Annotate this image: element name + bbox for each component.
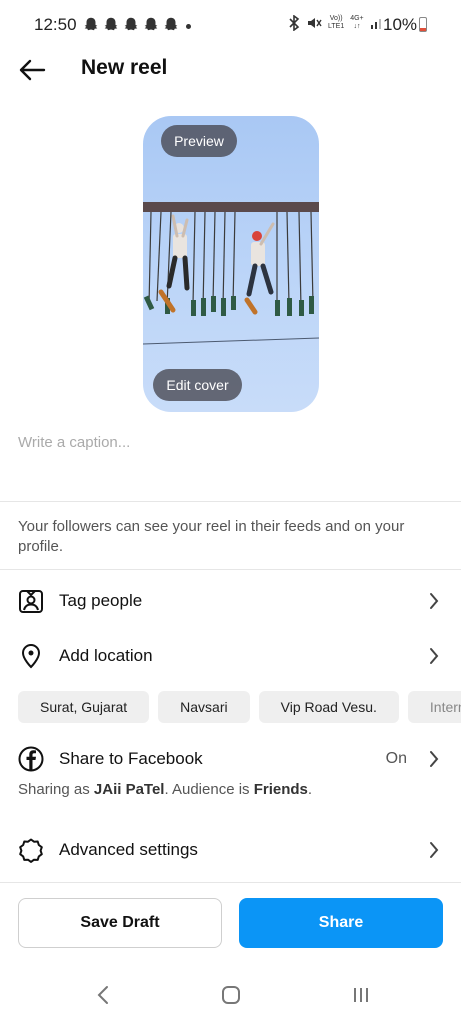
- add-location-label: Add location: [59, 646, 153, 665]
- data-indicator: 4G+ ↓↑: [350, 15, 363, 31]
- facebook-account-name: JAii PaTel: [93, 781, 165, 798]
- climber-left: [158, 214, 190, 313]
- settings-gear-icon: [18, 837, 44, 863]
- signal-icon: [370, 19, 381, 29]
- volte-indicator: Vo)) LTE1: [328, 15, 344, 31]
- nav-back-button[interactable]: [88, 982, 118, 1008]
- share-button[interactable]: Share: [239, 898, 443, 948]
- advanced-settings-label: Advanced settings: [59, 840, 198, 859]
- snapchat-icon: [124, 17, 138, 31]
- period-text: .: [307, 781, 313, 798]
- tag-people-row[interactable]: Tag people: [0, 579, 461, 623]
- share-to-facebook-row[interactable]: Share to Facebook On: [0, 737, 461, 781]
- header: New reel: [0, 50, 461, 90]
- system-navigation-bar: [0, 966, 461, 1024]
- climber-right: [244, 222, 275, 315]
- snapchat-icon: [164, 17, 178, 31]
- divider: [0, 882, 461, 883]
- data-type-label: 4G+: [350, 15, 364, 22]
- back-arrow-icon: [19, 59, 46, 81]
- battery-percentage: 10%: [383, 15, 418, 34]
- location-chip[interactable]: Navsari: [158, 691, 250, 723]
- location-chip[interactable]: Vip Road Vesu.: [258, 691, 399, 723]
- share-to-facebook-label: Share to Facebook: [59, 749, 203, 768]
- location-chip[interactable]: Surat, Gujarat: [18, 691, 150, 723]
- edit-cover-button[interactable]: Edit cover: [153, 369, 242, 401]
- preview-button[interactable]: Preview: [161, 125, 237, 157]
- facebook-status: On: [385, 750, 407, 767]
- divider: [0, 501, 461, 502]
- status-bar: 12:50 Vo)) LTE1 4G+ ↓↑ 10%: [0, 0, 461, 50]
- add-location-row[interactable]: Add location: [0, 634, 461, 678]
- nav-recents-button[interactable]: [346, 982, 376, 1008]
- followers-info-text: Your followers can see your reel in thei…: [18, 518, 405, 555]
- chevron-right-icon: [427, 591, 441, 611]
- reel-thumbnail[interactable]: Preview Edit cover: [143, 116, 319, 412]
- chevron-right-icon: [427, 749, 441, 769]
- lte-label: LTE1: [328, 23, 345, 30]
- battery-icon: [419, 17, 427, 32]
- tag-person-icon: [18, 588, 44, 614]
- reel-frame-image: [143, 202, 319, 345]
- facebook-audience: Friends: [253, 781, 308, 798]
- mute-icon: [308, 18, 322, 28]
- location-suggestions: Surat, Gujarat Navsari Vip Road Vesu. Inter…: [18, 691, 461, 723]
- back-button[interactable]: [14, 54, 50, 86]
- snapchat-icon: [144, 17, 158, 31]
- nav-back-icon: [97, 986, 108, 1004]
- facebook-sharing-info: Sharing as JAii PaTel. Audience is Frien…: [18, 781, 312, 798]
- audience-text: . Audience is: [164, 781, 254, 798]
- nav-home-button[interactable]: [216, 982, 246, 1008]
- snapchat-icon: [84, 17, 98, 31]
- facebook-icon: [18, 746, 44, 772]
- location-chip[interactable]: Internatio: [407, 691, 461, 723]
- snapchat-icon: [104, 17, 118, 31]
- status-time: 12:50: [34, 15, 77, 34]
- bluetooth-icon: [289, 15, 300, 31]
- chevron-right-icon: [427, 646, 441, 666]
- caption-input[interactable]: [18, 428, 443, 456]
- divider: [0, 569, 461, 570]
- volte-label: Vo)): [329, 15, 343, 22]
- location-pin-icon: [18, 643, 44, 669]
- notification-icons: [82, 16, 180, 34]
- sharing-as-text: Sharing as: [18, 781, 94, 798]
- system-icons: Vo)) LTE1 4G+ ↓↑: [288, 15, 384, 31]
- nav-recents-icon: [354, 988, 368, 1002]
- save-draft-button[interactable]: Save Draft: [18, 898, 222, 948]
- more-notifications-dot: [186, 24, 191, 29]
- advanced-settings-row[interactable]: Advanced settings: [0, 828, 461, 872]
- chevron-right-icon: [427, 840, 441, 860]
- data-arrows: ↓↑: [353, 23, 361, 30]
- nav-home-icon: [222, 986, 240, 1004]
- tag-people-label: Tag people: [59, 591, 143, 610]
- page-title: New reel: [81, 56, 168, 79]
